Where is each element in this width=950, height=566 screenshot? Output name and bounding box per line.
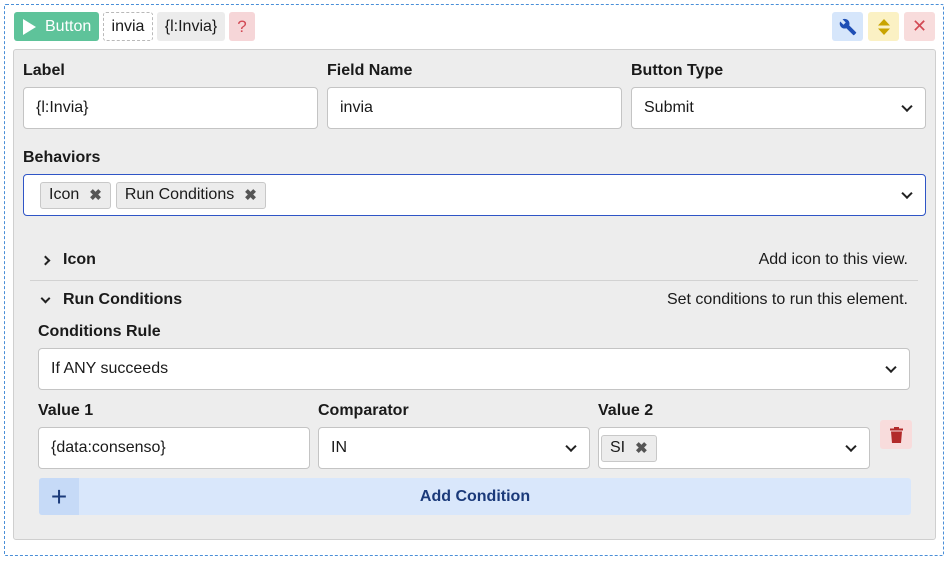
icon-section-title: Icon	[63, 251, 96, 268]
chevron-right-icon	[40, 255, 51, 265]
value2-tag: SI ✖	[601, 434, 657, 462]
chevron-down-icon	[901, 187, 913, 200]
comparator-title: Comparator	[318, 402, 409, 419]
comparator-value: IN	[331, 439, 347, 456]
icon-section-description: Add icon to this view.	[758, 251, 908, 268]
behavior-tag-run-conditions: Run Conditions ✖	[115, 181, 266, 209]
label-chip[interactable]: {l:Invia}	[157, 12, 225, 41]
conditions-rule-value: If ANY succeeds	[51, 360, 169, 377]
behavior-tag-label: Run Conditions	[124, 186, 235, 203]
chevron-down-icon	[845, 440, 857, 453]
chevron-down-icon	[901, 100, 913, 113]
run-conditions-section-toggle[interactable]: Run Conditions	[40, 291, 183, 309]
field-name-input[interactable]: invia	[327, 87, 622, 129]
element-type-label: Button	[45, 17, 92, 35]
run-conditions-section-title: Run Conditions	[63, 291, 183, 308]
button-type-select[interactable]: Submit	[631, 87, 926, 129]
behavior-tag-label: Icon	[49, 186, 80, 203]
reorder-button[interactable]	[868, 12, 899, 41]
add-condition-button[interactable]: + Add Condition	[39, 478, 911, 515]
label-title: Label	[23, 62, 65, 79]
delete-condition-button[interactable]	[880, 420, 912, 449]
behaviors-title: Behaviors	[23, 149, 101, 166]
section-divider	[30, 280, 918, 281]
chevron-down-icon	[565, 440, 577, 453]
field-name-chip[interactable]: invia	[103, 12, 153, 41]
value1-title: Value 1	[38, 402, 94, 419]
element-type-chip[interactable]: Button	[14, 12, 99, 41]
settings-panel: Label {l:Invia} Field Name invia Button …	[13, 49, 936, 540]
wrench-icon	[839, 18, 856, 35]
add-condition-label: Add Condition	[419, 487, 531, 505]
remove-tag-icon[interactable]: ✖	[244, 186, 257, 204]
value2-tag-label: SI	[610, 439, 626, 456]
value2-title: Value 2	[598, 402, 654, 419]
comparator-select[interactable]: IN	[318, 427, 590, 469]
remove-tag-icon[interactable]: ✖	[89, 186, 102, 204]
close-button[interactable]: ✕	[904, 12, 935, 41]
behaviors-select[interactable]: Icon ✖ Run Conditions ✖	[23, 174, 926, 216]
plus-icon: +	[39, 478, 79, 515]
chevron-down-icon	[885, 361, 897, 374]
remove-tag-icon[interactable]: ✖	[635, 439, 648, 457]
icon-section-toggle[interactable]: Icon	[40, 251, 96, 269]
conditions-rule-select[interactable]: If ANY succeeds	[38, 348, 910, 390]
conditions-rule-title: Conditions Rule	[38, 323, 161, 340]
help-button[interactable]: ?	[229, 12, 255, 41]
value1-input[interactable]: {data:consenso}	[38, 427, 310, 469]
play-icon	[23, 18, 36, 35]
behavior-tag-icon: Icon ✖	[40, 181, 111, 209]
label-input[interactable]: {l:Invia}	[23, 87, 318, 129]
value2-select[interactable]: SI ✖	[598, 427, 870, 469]
button-type-title: Button Type	[631, 62, 724, 79]
chevron-down-icon	[40, 293, 51, 303]
close-icon: ✕	[911, 16, 928, 36]
sort-icon	[877, 18, 890, 35]
button-type-value: Submit	[644, 99, 694, 116]
field-name-title: Field Name	[327, 62, 413, 79]
settings-button[interactable]	[832, 12, 863, 41]
run-conditions-section-description: Set conditions to run this element.	[666, 291, 908, 308]
trash-icon	[889, 426, 903, 443]
